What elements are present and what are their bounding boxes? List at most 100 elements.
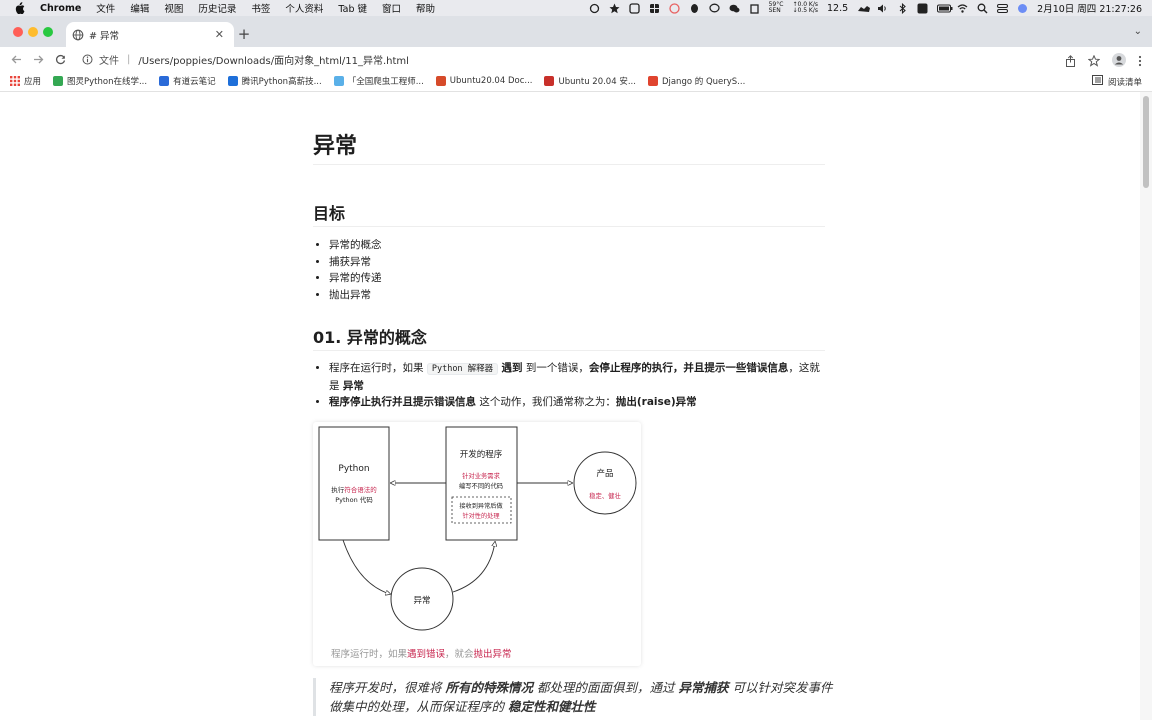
net-down: ↓0.5 K/s xyxy=(792,7,818,14)
new-tab-button[interactable]: + xyxy=(236,25,252,43)
menu-tab[interactable]: Tab 键 xyxy=(338,1,367,15)
globe-icon xyxy=(72,29,84,41)
scrollbar-thumb[interactable] xyxy=(1143,96,1149,188)
caption-text: ，就会 xyxy=(445,649,474,660)
weather-widget[interactable]: 59°C SEN xyxy=(768,1,784,15)
volume-icon[interactable] xyxy=(877,3,888,14)
battery-icon[interactable] xyxy=(937,3,953,14)
menu-help[interactable]: 帮助 xyxy=(416,1,435,15)
spotlight-search-icon[interactable] xyxy=(977,3,988,14)
menu-view[interactable]: 视图 xyxy=(164,1,183,15)
menu-window[interactable]: 窗口 xyxy=(382,1,401,15)
forward-icon[interactable] xyxy=(32,53,44,65)
reading-list-button[interactable]: 阅读清单 xyxy=(1091,75,1142,88)
menu-edit[interactable]: 编辑 xyxy=(130,1,149,15)
bookmark-item[interactable]: 图灵Python在线学... xyxy=(53,75,147,87)
star-tray-icon[interactable] xyxy=(609,3,620,14)
bookmark-label: 腾讯Python高薪技... xyxy=(241,77,322,87)
text: 到一个错误， xyxy=(522,362,589,374)
quote-bold: 所有的特殊情况 xyxy=(445,680,533,695)
bookmark-favicon-icon xyxy=(159,76,170,86)
goals-list: 异常的概念 捕获异常 异常的传递 抛出异常 xyxy=(313,237,382,303)
bookmark-label: Ubuntu20.04 Doc... xyxy=(449,76,533,86)
menu-bookmarks[interactable]: 书签 xyxy=(251,1,270,15)
python-box-sub1-b: 符合语法的 xyxy=(344,485,377,494)
bold-text: 遇到 xyxy=(501,362,523,374)
maximize-window-button[interactable] xyxy=(43,27,53,37)
cpu-usage[interactable]: 12.5 xyxy=(827,3,848,14)
bookmark-item[interactable]: 腾讯Python高薪技... xyxy=(227,75,322,87)
list-item: 异常的概念 xyxy=(329,237,382,254)
tab-title: # 异常 xyxy=(89,30,119,42)
tab-active[interactable]: # 异常 ✕ xyxy=(66,22,234,47)
tab-search-icon[interactable]: ⌄ xyxy=(1134,26,1142,37)
python-box-sub1-a: 执行 xyxy=(331,485,345,494)
chat-tray-icon[interactable] xyxy=(708,3,720,14)
address-separator: | xyxy=(127,53,131,65)
bookmark-favicon-icon xyxy=(544,76,555,86)
page-viewport: 异常 目标 异常的概念 捕获异常 异常的传递 抛出异常 01. 异常的概念 程序… xyxy=(0,92,1152,720)
bookmark-favicon-icon xyxy=(53,76,64,86)
browser-toolbar: 文件 | /Users/poppies/Downloads/面向对象_html/… xyxy=(0,47,1152,71)
bookmark-label: 图灵Python在线学... xyxy=(67,77,148,87)
goals-heading: 目标 xyxy=(313,200,825,227)
minimize-window-button[interactable] xyxy=(28,27,38,37)
dev-dash-text2: 针对性的处理 xyxy=(462,512,499,520)
network-speed-widget[interactable]: ↑0.0 K/s ↓0.5 K/s xyxy=(792,1,818,15)
tab-strip: # 异常 ✕ + ⌄ xyxy=(0,16,1152,47)
close-window-button[interactable] xyxy=(13,27,23,37)
qq-tray-icon[interactable] xyxy=(689,3,700,14)
address-bar[interactable]: 文件 | /Users/poppies/Downloads/面向对象_html/… xyxy=(78,49,1078,69)
diagram-caption: 程序运行时，如果遇到错误，就会抛出异常 xyxy=(331,646,512,660)
bold-text: 抛出(raise)异常 xyxy=(615,396,697,408)
bag-tray-icon[interactable] xyxy=(749,3,760,14)
product-circle xyxy=(573,451,637,515)
bookmark-item[interactable]: Ubuntu20.04 Doc... xyxy=(435,76,533,86)
bluetooth-icon[interactable] xyxy=(897,2,908,14)
bookmark-favicon-icon xyxy=(227,76,238,86)
apps-grid-icon xyxy=(10,76,20,86)
bookmark-item[interactable]: Django 的 QueryS... xyxy=(647,75,745,87)
weather-sub: SEN xyxy=(768,7,781,14)
bookmark-item[interactable]: 有道云笔记 xyxy=(159,75,216,87)
menu-file[interactable]: 文件 xyxy=(96,1,115,15)
profile-avatar-icon[interactable] xyxy=(1112,52,1126,71)
control-center-icon[interactable] xyxy=(997,3,1009,14)
bookmark-apps[interactable]: 应用 xyxy=(10,75,41,87)
siri-icon[interactable] xyxy=(1017,3,1028,14)
scrollbar[interactable] xyxy=(1140,92,1152,720)
bold-text: 异常 xyxy=(342,379,364,392)
info-icon[interactable] xyxy=(82,54,93,65)
bookmark-favicon-icon xyxy=(333,76,344,86)
grid-tray-icon[interactable] xyxy=(649,3,660,14)
status-area: 59°C SEN ↑0.0 K/s ↓0.5 K/s 12.5 2月10日 周四 2… xyxy=(589,0,1142,16)
text: 这个动作，我们通常称之为： xyxy=(476,396,616,408)
page-title: 异常 xyxy=(313,128,825,165)
list-item: 捕获异常 xyxy=(329,254,382,271)
menu-history[interactable]: 历史记录 xyxy=(198,1,236,15)
apple-icon[interactable] xyxy=(12,1,26,15)
dev-box-sub2: 编写不同的代码 xyxy=(459,481,503,490)
menu-app-name[interactable]: Chrome xyxy=(40,3,81,14)
spiral-tray-icon[interactable] xyxy=(668,2,680,14)
wifi-icon[interactable] xyxy=(957,3,968,14)
s-app-icon[interactable] xyxy=(917,3,928,14)
dev-box-sub1: 针对业务需求 xyxy=(462,471,500,480)
cloud-tray-icon[interactable] xyxy=(589,3,600,14)
menu-profile[interactable]: 个人资料 xyxy=(285,1,323,15)
address-url[interactable]: /Users/poppies/Downloads/面向对象_html/11_异常… xyxy=(138,52,409,67)
clock[interactable]: 2月10日 周四 21:27:26 xyxy=(1037,1,1142,15)
bookmark-item[interactable]: Ubuntu 20.04 安... xyxy=(544,75,636,87)
bookmark-star-icon[interactable] xyxy=(1087,52,1101,71)
share-icon[interactable] xyxy=(1065,52,1076,71)
chrome-menu-icon[interactable] xyxy=(1138,52,1142,71)
tab-close-icon[interactable]: ✕ xyxy=(215,28,224,41)
screenshot-tray-icon[interactable] xyxy=(628,2,640,14)
cat-tray-icon[interactable] xyxy=(857,3,871,14)
bookmark-item[interactable]: 「全国爬虫工程师... xyxy=(333,75,424,87)
bookmark-favicon-icon xyxy=(647,76,658,86)
reading-list-label: 阅读清单 xyxy=(1107,77,1142,88)
back-icon[interactable] xyxy=(10,53,22,65)
reload-icon[interactable] xyxy=(54,53,66,65)
wechat-tray-icon[interactable] xyxy=(729,3,740,14)
